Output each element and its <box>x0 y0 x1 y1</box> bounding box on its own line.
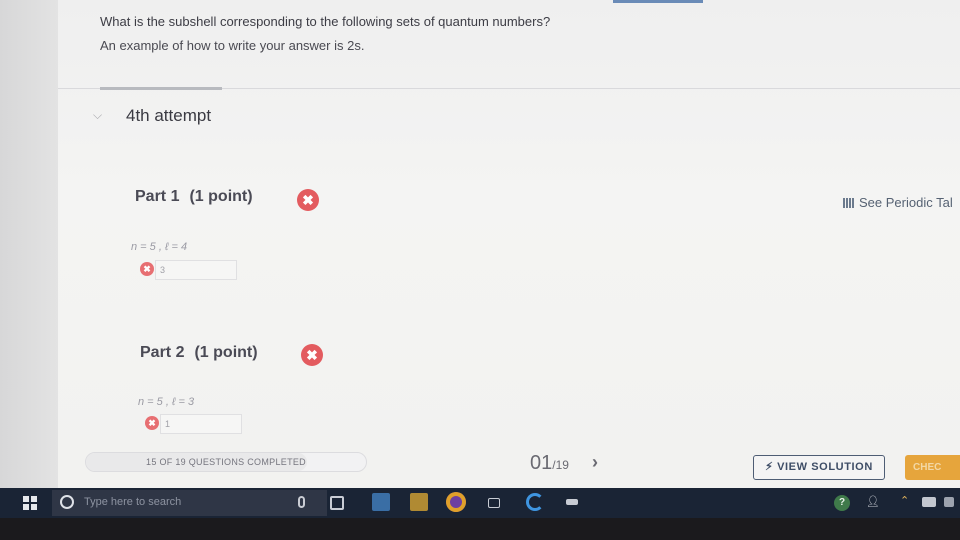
chevron-down-icon[interactable]: ⌵ <box>93 108 102 123</box>
quiz-panel: What is the subshell corresponding to th… <box>58 0 960 488</box>
answer-field[interactable]: 1 <box>160 414 242 434</box>
taskbar-search-box[interactable]: Type here to search <box>52 490 327 516</box>
question-text: What is the subshell corresponding to th… <box>100 10 550 58</box>
question-example: An example of how to write your answer i… <box>100 38 365 53</box>
divider-accent <box>100 87 222 90</box>
question-counter[interactable]: 01/19 <box>530 452 569 475</box>
part-label: Part 1 <box>135 188 180 205</box>
part-2-header: Part 2 (1 point) <box>140 344 258 362</box>
part-points: (1 point) <box>194 344 258 361</box>
chevron-up-icon[interactable]: ⌃ <box>900 494 909 507</box>
email-app-icon[interactable] <box>372 493 390 511</box>
check-answer-button[interactable]: CHEC <box>905 455 960 480</box>
total-questions: /19 <box>552 458 569 472</box>
volume-icon[interactable] <box>944 497 954 507</box>
store-icon[interactable] <box>410 493 428 511</box>
lightning-icon: ⚡︎ <box>765 461 774 473</box>
part-1-header: Part 1 (1 point) <box>135 188 253 206</box>
screen: What is the subshell corresponding to th… <box>0 0 960 540</box>
app-icon[interactable] <box>488 498 500 508</box>
question-line: What is the subshell corresponding to th… <box>100 14 551 29</box>
chevron-right-icon[interactable]: › <box>592 452 598 473</box>
edge-icon[interactable] <box>526 493 544 511</box>
taskbar: Type here to search ? 👤︎ ⌃ <box>0 488 960 518</box>
microphone-icon[interactable] <box>298 496 305 508</box>
view-solution-label: VIEW SOLUTION <box>777 461 873 473</box>
progress-bar: 15 OF 19 QUESTIONS COMPLETED <box>85 452 367 472</box>
close-icon: ✖ <box>301 344 323 366</box>
close-icon: ✖ <box>140 262 154 276</box>
attempt-title[interactable]: 4th attempt <box>126 106 211 126</box>
help-icon[interactable]: ? <box>834 495 850 511</box>
windows-start-icon[interactable] <box>23 496 37 510</box>
table-icon <box>843 198 855 208</box>
part-points: (1 point) <box>189 188 253 205</box>
close-icon: ✖ <box>297 189 319 211</box>
periodic-table-label: See Periodic Tal <box>859 195 953 210</box>
close-icon: ✖ <box>145 416 159 430</box>
view-solution-button[interactable]: ⚡︎ VIEW SOLUTION <box>753 455 885 480</box>
task-view-icon[interactable] <box>330 496 344 510</box>
monitor-bezel <box>0 518 960 540</box>
part-label: Part 2 <box>140 344 185 361</box>
current-question: 01 <box>530 452 553 474</box>
network-icon[interactable] <box>922 497 936 507</box>
chrome-icon[interactable] <box>446 492 466 512</box>
quantum-numbers: n = 5 , ℓ = 3 <box>138 396 195 408</box>
left-margin <box>0 0 58 488</box>
progress-text: 15 OF 19 QUESTIONS COMPLETED <box>146 457 306 467</box>
quantum-numbers: n = 5 , ℓ = 4 <box>131 241 188 253</box>
people-icon[interactable]: 👤︎ <box>866 495 880 508</box>
answer-field[interactable]: 3 <box>155 260 237 280</box>
app-icon[interactable] <box>566 499 578 505</box>
cortana-icon <box>60 495 74 509</box>
top-accent-bar <box>613 0 703 3</box>
periodic-table-link[interactable]: See Periodic Tal <box>843 195 953 210</box>
search-placeholder: Type here to search <box>84 496 182 508</box>
